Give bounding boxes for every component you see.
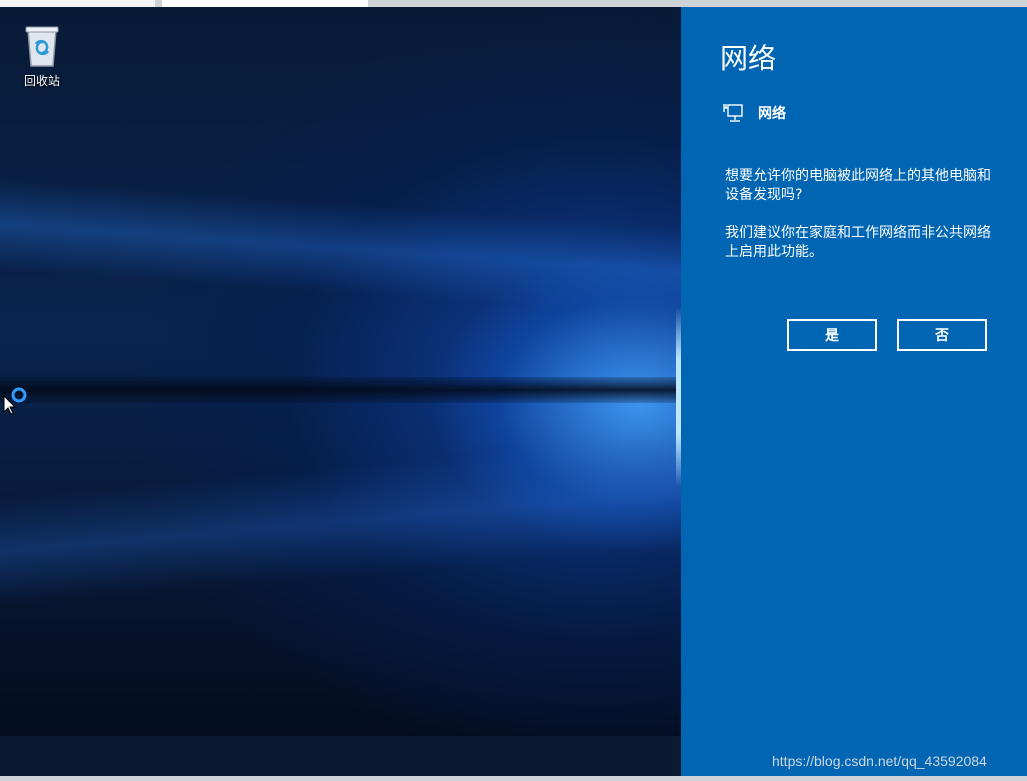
browser-tab-strip	[0, 0, 1027, 7]
busy-cursor	[3, 386, 31, 420]
tab-1[interactable]	[0, 0, 155, 7]
panel-title: 网络	[720, 42, 777, 75]
loading-spinner-icon	[11, 387, 27, 403]
window-bottom-border	[0, 776, 1027, 781]
yes-button[interactable]: 是	[787, 319, 877, 351]
no-button[interactable]: 否	[897, 319, 987, 351]
wallpaper-dark-band	[0, 377, 681, 403]
network-row: 网络	[722, 101, 786, 125]
recycle-bin-icon	[25, 26, 59, 67]
wallpaper-light-beam	[0, 437, 681, 607]
tab-2-active[interactable]	[162, 0, 368, 7]
discovery-question: 想要允许你的电脑被此网络上的其他电脑和设备发现吗?	[725, 168, 991, 203]
recycle-bin-shortcut[interactable]: 回收站	[14, 24, 70, 89]
recycle-bin-label: 回收站	[23, 74, 60, 88]
discovery-recommendation: 我们建议你在家庭和工作网络而非公共网络上启用此功能。	[725, 225, 991, 260]
wired-network-icon	[723, 104, 743, 122]
wallpaper-light-beam	[0, 179, 681, 317]
watermark-text: https://blog.csdn.net/qq_43592084	[772, 753, 987, 769]
desktop-wallpaper: 回收站	[0, 7, 681, 736]
mouse-pointer-icon	[3, 387, 27, 415]
network-discovery-panel: 网络 网络 想要允许你的电脑被此网络上的其他电脑和设备发现吗? 我们建议你在家庭…	[681, 7, 1027, 776]
network-name: 网络	[758, 106, 786, 122]
